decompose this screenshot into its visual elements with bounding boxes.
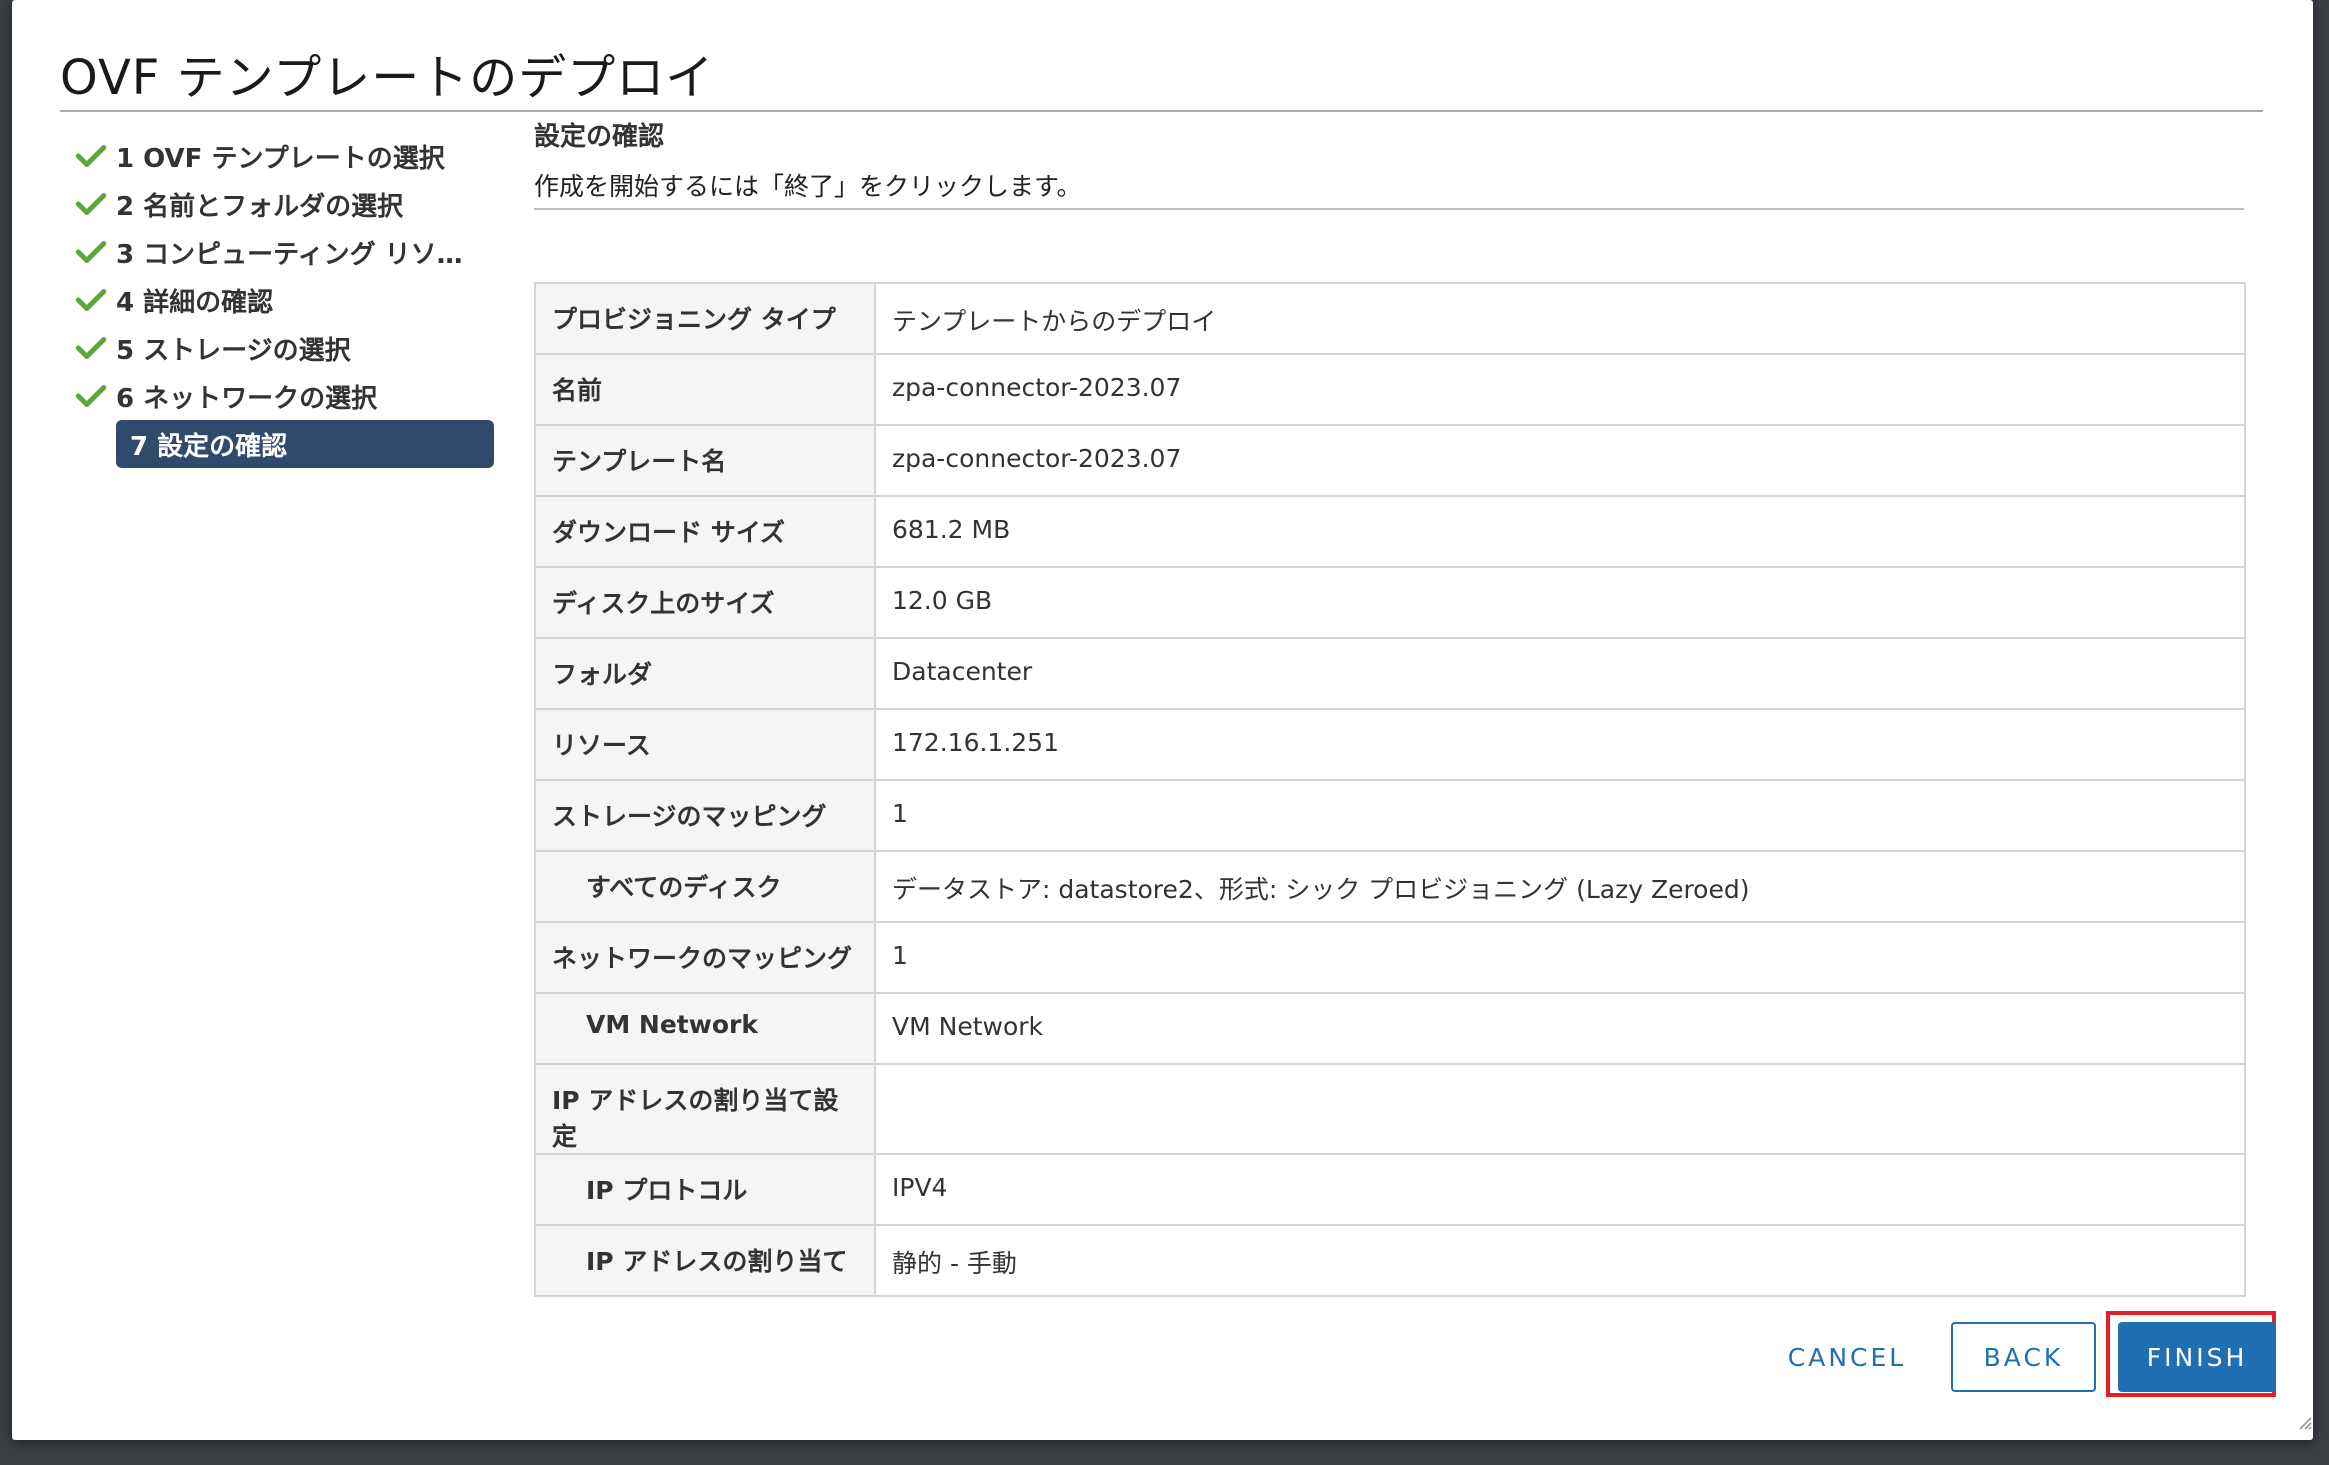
row-value: zpa-connector-2023.07 bbox=[874, 353, 2246, 426]
section-title: 設定の確認 bbox=[534, 122, 665, 152]
table-row: ディスク上のサイズ 12.0 GB bbox=[534, 566, 2246, 639]
row-key: 名前 bbox=[534, 353, 876, 426]
row-value: データストア: datastore2、形式: シック プロビジョニング (Laz… bbox=[874, 850, 2246, 923]
row-key: IP プロトコル bbox=[534, 1153, 876, 1226]
step-label: 7 設定の確認 bbox=[130, 431, 288, 462]
table-row: すべてのディスク データストア: datastore2、形式: シック プロビジ… bbox=[534, 850, 2246, 923]
step-2[interactable]: 2 名前とフォルダの選択 bbox=[74, 180, 494, 228]
row-value: IPV4 bbox=[874, 1153, 2246, 1226]
finish-button[interactable]: FINISH bbox=[2118, 1322, 2276, 1392]
row-value: 1 bbox=[874, 779, 2246, 852]
row-value: 静的 - 手動 bbox=[874, 1224, 2246, 1297]
step-7-active[interactable]: 7 設定の確認 bbox=[116, 420, 494, 468]
row-value: 1 bbox=[874, 921, 2246, 994]
step-label: 2 名前とフォルダの選択 bbox=[116, 191, 404, 222]
check-icon bbox=[75, 337, 107, 359]
table-row: テンプレート名 zpa-connector-2023.07 bbox=[534, 424, 2246, 497]
table-row: リソース 172.16.1.251 bbox=[534, 708, 2246, 781]
table-row: IP アドレスの割り当て 静的 - 手動 bbox=[534, 1224, 2246, 1297]
row-key: VM Network bbox=[534, 992, 876, 1065]
section-divider bbox=[534, 208, 2244, 210]
table-row: 名前 zpa-connector-2023.07 bbox=[534, 353, 2246, 426]
step-label: 4 詳細の確認 bbox=[116, 287, 274, 318]
row-key: フォルダ bbox=[534, 637, 876, 710]
row-key: すべてのディスク bbox=[534, 850, 876, 923]
dialog-title: OVF テンプレートのデプロイ bbox=[60, 50, 715, 106]
check-icon bbox=[75, 385, 107, 407]
row-value bbox=[874, 1063, 2246, 1155]
step-6[interactable]: 6 ネットワークの選択 bbox=[74, 372, 494, 420]
check-icon bbox=[75, 145, 107, 167]
row-key: ダウンロード サイズ bbox=[534, 495, 876, 568]
check-icon bbox=[75, 289, 107, 311]
row-key: ディスク上のサイズ bbox=[534, 566, 876, 639]
row-key: リソース bbox=[534, 708, 876, 781]
row-key: プロビジョニング タイプ bbox=[534, 282, 876, 355]
step-3[interactable]: 3 コンピューティング リソー... bbox=[74, 228, 494, 276]
summary-table: プロビジョニング タイプ テンプレートからのデプロイ 名前 zpa-connec… bbox=[534, 282, 2246, 1297]
step-4[interactable]: 4 詳細の確認 bbox=[74, 276, 494, 324]
row-value: VM Network bbox=[874, 992, 2246, 1065]
row-key: テンプレート名 bbox=[534, 424, 876, 497]
row-key: IP アドレスの割り当て設定 bbox=[534, 1063, 876, 1155]
row-value: テンプレートからのデプロイ bbox=[874, 282, 2246, 355]
row-value: Datacenter bbox=[874, 637, 2246, 710]
wizard-steps: 1 OVF テンプレートの選択 2 名前とフォルダの選択 3 コンピューティング… bbox=[74, 132, 494, 468]
step-5[interactable]: 5 ストレージの選択 bbox=[74, 324, 494, 372]
check-icon bbox=[75, 193, 107, 215]
table-row: IP プロトコル IPV4 bbox=[534, 1153, 2246, 1226]
content-panel: 設定の確認 作成を開始するには「終了」をクリックします。 プロビジョニング タイ… bbox=[534, 112, 2246, 1297]
row-key: ネットワークのマッピング bbox=[534, 921, 876, 994]
check-icon bbox=[75, 241, 107, 263]
step-label: 3 コンピューティング リソー... bbox=[116, 239, 486, 270]
deploy-ovf-dialog: OVF テンプレートのデプロイ 1 OVF テンプレートの選択 2 名前とフォル… bbox=[12, 0, 2313, 1440]
step-label: 1 OVF テンプレートの選択 bbox=[116, 143, 445, 174]
table-row: IP アドレスの割り当て設定 bbox=[534, 1063, 2246, 1155]
table-row: ネットワークのマッピング 1 bbox=[534, 921, 2246, 994]
step-label: 5 ストレージの選択 bbox=[116, 335, 351, 366]
table-row: フォルダ Datacenter bbox=[534, 637, 2246, 710]
row-value: 172.16.1.251 bbox=[874, 708, 2246, 781]
cancel-button[interactable]: CANCEL bbox=[1767, 1322, 1927, 1392]
back-button[interactable]: BACK bbox=[1951, 1322, 2096, 1392]
row-value: 12.0 GB bbox=[874, 566, 2246, 639]
row-key: IP アドレスの割り当て bbox=[534, 1224, 876, 1297]
table-row: ストレージのマッピング 1 bbox=[534, 779, 2246, 852]
row-value: 681.2 MB bbox=[874, 495, 2246, 568]
step-label: 6 ネットワークの選択 bbox=[116, 383, 378, 414]
row-key: ストレージのマッピング bbox=[534, 779, 876, 852]
table-row: プロビジョニング タイプ テンプレートからのデプロイ bbox=[534, 282, 2246, 355]
table-row: ダウンロード サイズ 681.2 MB bbox=[534, 495, 2246, 568]
row-value: zpa-connector-2023.07 bbox=[874, 424, 2246, 497]
table-row: VM Network VM Network bbox=[534, 992, 2246, 1065]
step-1[interactable]: 1 OVF テンプレートの選択 bbox=[74, 132, 494, 180]
section-description: 作成を開始するには「終了」をクリックします。 bbox=[534, 172, 1082, 201]
resize-grip-icon[interactable] bbox=[2296, 1414, 2312, 1430]
